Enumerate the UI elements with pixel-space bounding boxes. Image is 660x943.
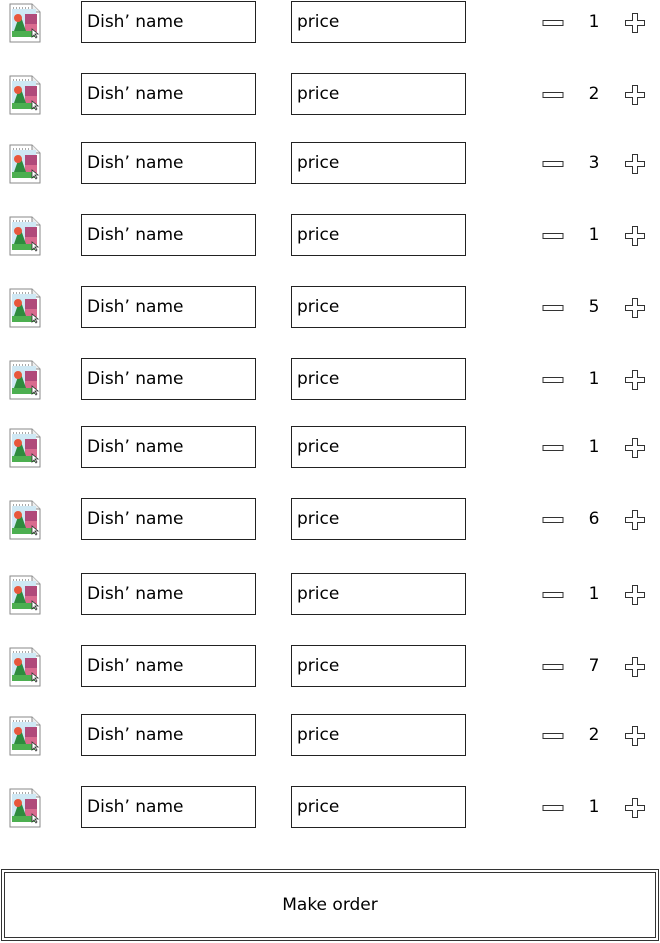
image-placeholder-icon [7, 3, 43, 43]
quantity-value: 1 [588, 437, 600, 457]
dish-price-field[interactable]: price [291, 786, 466, 828]
dish-row: Dish’ name price 7 [0, 645, 660, 689]
plus-icon[interactable] [624, 509, 646, 531]
dish-name-field[interactable]: Dish’ name [81, 73, 256, 115]
plus-icon[interactable] [624, 225, 646, 247]
dish-row: Dish’ name price 2 [0, 714, 660, 758]
minus-icon[interactable] [542, 586, 564, 604]
dish-name-field[interactable]: Dish’ name [81, 714, 256, 756]
plus-icon[interactable] [624, 584, 646, 606]
quantity-value: 2 [588, 84, 600, 104]
quantity-value: 1 [588, 369, 600, 389]
minus-icon[interactable] [542, 511, 564, 529]
plus-icon[interactable] [624, 12, 646, 34]
dish-row: Dish’ name price 2 [0, 73, 660, 117]
dish-name-field[interactable]: Dish’ name [81, 286, 256, 328]
minus-icon[interactable] [542, 227, 564, 245]
quantity-value: 7 [588, 656, 600, 676]
dish-row: Dish’ name price 1 [0, 786, 660, 830]
plus-icon[interactable] [624, 656, 646, 678]
quantity-value: 3 [588, 153, 600, 173]
quantity-value: 1 [588, 797, 600, 817]
image-placeholder-icon [7, 575, 43, 615]
dish-name-field[interactable]: Dish’ name [81, 645, 256, 687]
quantity-value: 1 [588, 584, 600, 604]
quantity-value: 5 [588, 297, 600, 317]
minus-icon[interactable] [542, 799, 564, 817]
image-placeholder-icon [7, 288, 43, 328]
dish-name-field[interactable]: Dish’ name [81, 214, 256, 256]
make-order-button[interactable]: Make order [1, 869, 659, 941]
dish-row: Dish’ name price 1 [0, 1, 660, 45]
minus-icon[interactable] [542, 14, 564, 32]
dish-row: Dish’ name price 5 [0, 286, 660, 330]
image-placeholder-icon [7, 428, 43, 468]
dish-row: Dish’ name price 3 [0, 142, 660, 186]
image-placeholder-icon [7, 716, 43, 756]
minus-icon[interactable] [542, 155, 564, 173]
dish-price-field[interactable]: price [291, 358, 466, 400]
image-placeholder-icon [7, 360, 43, 400]
minus-icon[interactable] [542, 299, 564, 317]
dish-price-field[interactable]: price [291, 573, 466, 615]
image-placeholder-icon [7, 788, 43, 828]
dish-price-field[interactable]: price [291, 645, 466, 687]
image-placeholder-icon [7, 75, 43, 115]
plus-icon[interactable] [624, 437, 646, 459]
image-placeholder-icon [7, 144, 43, 184]
dish-row: Dish’ name price 1 [0, 358, 660, 402]
minus-icon[interactable] [542, 439, 564, 457]
dish-name-field[interactable]: Dish’ name [81, 1, 256, 43]
image-placeholder-icon [7, 216, 43, 256]
dish-price-field[interactable]: price [291, 498, 466, 540]
dish-row: Dish’ name price 6 [0, 498, 660, 542]
minus-icon[interactable] [542, 371, 564, 389]
plus-icon[interactable] [624, 153, 646, 175]
make-order-label: Make order [4, 872, 656, 938]
dish-name-field[interactable]: Dish’ name [81, 426, 256, 468]
dish-price-field[interactable]: price [291, 714, 466, 756]
plus-icon[interactable] [624, 369, 646, 391]
dish-row: Dish’ name price 1 [0, 214, 660, 258]
quantity-value: 6 [588, 509, 600, 529]
dish-name-field[interactable]: Dish’ name [81, 358, 256, 400]
plus-icon[interactable] [624, 297, 646, 319]
dish-price-field[interactable]: price [291, 1, 466, 43]
image-placeholder-icon [7, 647, 43, 687]
quantity-value: 1 [588, 225, 600, 245]
image-placeholder-icon [7, 500, 43, 540]
plus-icon[interactable] [624, 725, 646, 747]
minus-icon[interactable] [542, 658, 564, 676]
quantity-value: 1 [588, 12, 600, 32]
minus-icon[interactable] [542, 727, 564, 745]
plus-icon[interactable] [624, 797, 646, 819]
plus-icon[interactable] [624, 84, 646, 106]
dish-price-field[interactable]: price [291, 142, 466, 184]
dish-name-field[interactable]: Dish’ name [81, 573, 256, 615]
dish-name-field[interactable]: Dish’ name [81, 498, 256, 540]
dish-row: Dish’ name price 1 [0, 573, 660, 617]
minus-icon[interactable] [542, 86, 564, 104]
dish-price-field[interactable]: price [291, 73, 466, 115]
dish-name-field[interactable]: Dish’ name [81, 786, 256, 828]
dish-name-field[interactable]: Dish’ name [81, 142, 256, 184]
dish-price-field[interactable]: price [291, 426, 466, 468]
dish-price-field[interactable]: price [291, 286, 466, 328]
quantity-value: 2 [588, 725, 600, 745]
dish-price-field[interactable]: price [291, 214, 466, 256]
dish-row: Dish’ name price 1 [0, 426, 660, 470]
